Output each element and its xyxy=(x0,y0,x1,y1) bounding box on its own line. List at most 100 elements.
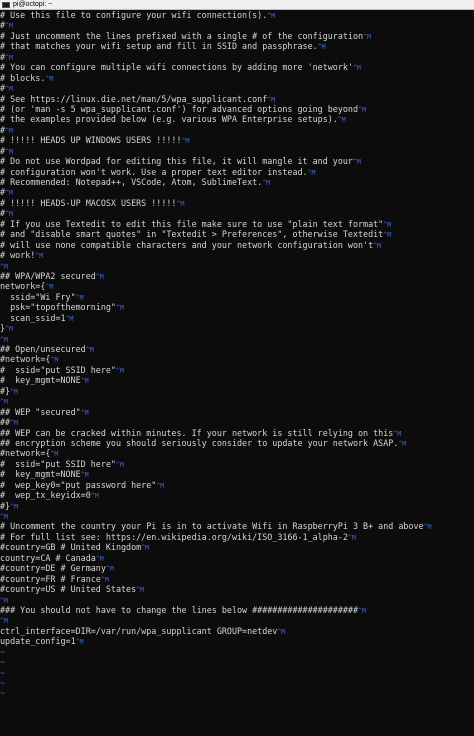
editor-line[interactable]: #network={^M xyxy=(0,354,474,364)
editor-line[interactable]: #country=GB # United Kingdom^M xyxy=(0,542,474,552)
editor-line[interactable]: # (or 'man -s 5 wpa_supplicant.conf') fo… xyxy=(0,104,474,114)
carriage-return-marker: ^M xyxy=(5,126,13,135)
carriage-return-marker: ^M xyxy=(80,377,89,386)
editor-line[interactable]: # the examples provided below (e.g. vari… xyxy=(0,114,474,124)
carriage-return-marker: ^M xyxy=(317,43,326,52)
editor-line[interactable]: ^M xyxy=(0,595,474,605)
editor-line[interactable]: # key_mgmt=NONE^M xyxy=(0,375,474,385)
line-text: ## WPA/WPA2 secured xyxy=(0,270,96,281)
editor-line[interactable]: #network={^M xyxy=(0,448,474,458)
carriage-return-marker: ^M xyxy=(307,168,316,177)
editor-line[interactable]: # Recommended: Notepad++, VSCode, Atom, … xyxy=(0,177,474,187)
editor-line[interactable]: # !!!!! HEADS UP WINDOWS USERS !!!!!^M xyxy=(0,135,474,145)
line-text: # wep_tx_keyidx=0 xyxy=(0,490,91,501)
editor-line[interactable]: # ssid="put SSID here"^M xyxy=(0,459,474,469)
editor-line[interactable]: #^M xyxy=(0,125,474,135)
editor-line[interactable]: country=CA # Canada^M xyxy=(0,553,474,563)
editor-line[interactable]: # See https://linux.die.net/man/5/wpa_su… xyxy=(0,94,474,104)
empty-buffer-tilde[interactable]: ~ xyxy=(0,668,474,678)
editor-line[interactable]: # work!^M xyxy=(0,250,474,260)
editor-line[interactable]: # configuration won't work. Use a proper… xyxy=(0,167,474,177)
empty-buffer-tilde[interactable]: ~ xyxy=(0,657,474,667)
editor-line[interactable]: ## Open/unsecured^M xyxy=(0,344,474,354)
editor-line[interactable]: ^M xyxy=(0,396,474,406)
carriage-return-marker: ^M xyxy=(115,460,124,469)
editor-line[interactable]: }^M xyxy=(0,323,474,333)
carriage-return-marker: ^M xyxy=(10,502,19,511)
editor-line[interactable]: # wep_key0="put password here"^M xyxy=(0,480,474,490)
carriage-return-marker: ^M xyxy=(75,293,84,302)
carriage-return-marker: ^M xyxy=(0,262,8,271)
carriage-return-marker: ^M xyxy=(95,272,104,281)
carriage-return-marker: ^M xyxy=(45,283,54,292)
editor-line[interactable]: ctrl_interface=DIR=/var/run/wpa_supplica… xyxy=(0,626,474,636)
editor-line[interactable]: ssid="Wi Fry"^M xyxy=(0,292,474,302)
editor-line[interactable]: ## WEP can be cracked within minutes. If… xyxy=(0,428,474,438)
editor-line[interactable]: #^M xyxy=(0,146,474,156)
editor-line[interactable]: update_config=1^M xyxy=(0,636,474,646)
editor-line[interactable]: # Just uncomment the lines prefixed with… xyxy=(0,31,474,41)
editor-line[interactable]: #country=FR # France^M xyxy=(0,574,474,584)
carriage-return-marker: ^M xyxy=(80,408,89,417)
carriage-return-marker: ^M xyxy=(5,53,13,62)
line-text: ## WEP "secured" xyxy=(0,406,81,417)
line-text: # and "disable smart quotes" in "Textedi… xyxy=(0,229,384,240)
editor-line[interactable]: # that matches your wifi setup and fill … xyxy=(0,41,474,51)
carriage-return-marker: ^M xyxy=(277,627,286,636)
editor-line[interactable]: ##^M xyxy=(0,417,474,427)
editor-line[interactable]: # !!!!! HEADS-UP MACOSX USERS !!!!!^M xyxy=(0,198,474,208)
line-text: # See https://linux.die.net/man/5/wpa_su… xyxy=(0,93,268,104)
carriage-return-marker: ^M xyxy=(5,210,13,219)
editor-line[interactable]: # and "disable smart quotes" in "Textedi… xyxy=(0,229,474,239)
editor-line[interactable]: #^M xyxy=(0,83,474,93)
line-text: # work! xyxy=(0,250,36,261)
line-text: # that matches your wifi setup and fill … xyxy=(0,41,318,52)
editor-line[interactable]: # key_mgmt=NONE^M xyxy=(0,469,474,479)
editor-line[interactable]: #}^M xyxy=(0,501,474,511)
editor-line[interactable]: #^M xyxy=(0,20,474,30)
editor-line[interactable]: #country=US # United States^M xyxy=(0,584,474,594)
editor-line[interactable]: # For full list see: https://en.wikipedi… xyxy=(0,532,474,542)
editor-line[interactable]: psk="topofthemorning"^M xyxy=(0,302,474,312)
editor-line[interactable]: # If you use Textedit to edit this file … xyxy=(0,219,474,229)
editor-line[interactable]: ## WEP "secured"^M xyxy=(0,407,474,417)
editor-line[interactable]: # ssid="put SSID here"^M xyxy=(0,365,474,375)
carriage-return-marker: ^M xyxy=(181,137,190,146)
line-text: #country=US # United States xyxy=(0,584,137,595)
editor-line[interactable]: # Use this file to configure your wifi c… xyxy=(0,10,474,20)
carriage-return-marker: ^M xyxy=(337,116,346,125)
editor-line[interactable]: scan_ssid=1^M xyxy=(0,313,474,323)
editor-line[interactable]: # You can configure multiple wifi connec… xyxy=(0,62,474,72)
editor-line[interactable]: #^M xyxy=(0,187,474,197)
editor-line[interactable]: ### You should not have to change the li… xyxy=(0,605,474,615)
empty-buffer-tilde[interactable]: ~ xyxy=(0,688,474,698)
carriage-return-marker: ^M xyxy=(35,252,44,261)
editor-line[interactable]: network={^M xyxy=(0,281,474,291)
editor-line[interactable]: # Uncomment the country your Pi is in to… xyxy=(0,521,474,531)
empty-buffer-tilde[interactable]: ~ xyxy=(0,678,474,688)
carriage-return-marker: ^M xyxy=(262,179,271,187)
editor-line[interactable]: ^M xyxy=(0,615,474,625)
editor-line[interactable]: #^M xyxy=(0,208,474,218)
editor-line[interactable]: ^M xyxy=(0,511,474,521)
editor-line[interactable]: #}^M xyxy=(0,386,474,396)
editor-line[interactable]: # blocks.^M xyxy=(0,73,474,83)
window-titlebar[interactable]: pi@octopi: ~ xyxy=(0,0,474,10)
editor-line[interactable]: # Do not use Wordpad for editing this fi… xyxy=(0,156,474,166)
carriage-return-marker: ^M xyxy=(85,346,94,354)
editor-line[interactable]: # wep_tx_keyidx=0^M xyxy=(0,490,474,500)
editor-line[interactable]: ## WPA/WPA2 secured^M xyxy=(0,271,474,281)
editor-buffer[interactable]: # Use this file to configure your wifi c… xyxy=(0,10,474,736)
carriage-return-marker: ^M xyxy=(267,12,276,20)
line-text: # You can configure multiple wifi connec… xyxy=(0,62,353,73)
empty-buffer-tilde[interactable]: ~ xyxy=(0,647,474,657)
editor-line[interactable]: #country=DE # Germany^M xyxy=(0,563,474,573)
editor-line[interactable]: ## encryption scheme you should seriousl… xyxy=(0,438,474,448)
editor-line[interactable]: ^M xyxy=(0,261,474,271)
line-text: # key_mgmt=NONE xyxy=(0,469,81,480)
line-text: ~ xyxy=(0,688,6,699)
editor-line[interactable]: #^M xyxy=(0,52,474,62)
editor-line[interactable]: ^M xyxy=(0,334,474,344)
editor-line[interactable]: # will use none compatible characters an… xyxy=(0,240,474,250)
carriage-return-marker: ^M xyxy=(5,85,13,94)
